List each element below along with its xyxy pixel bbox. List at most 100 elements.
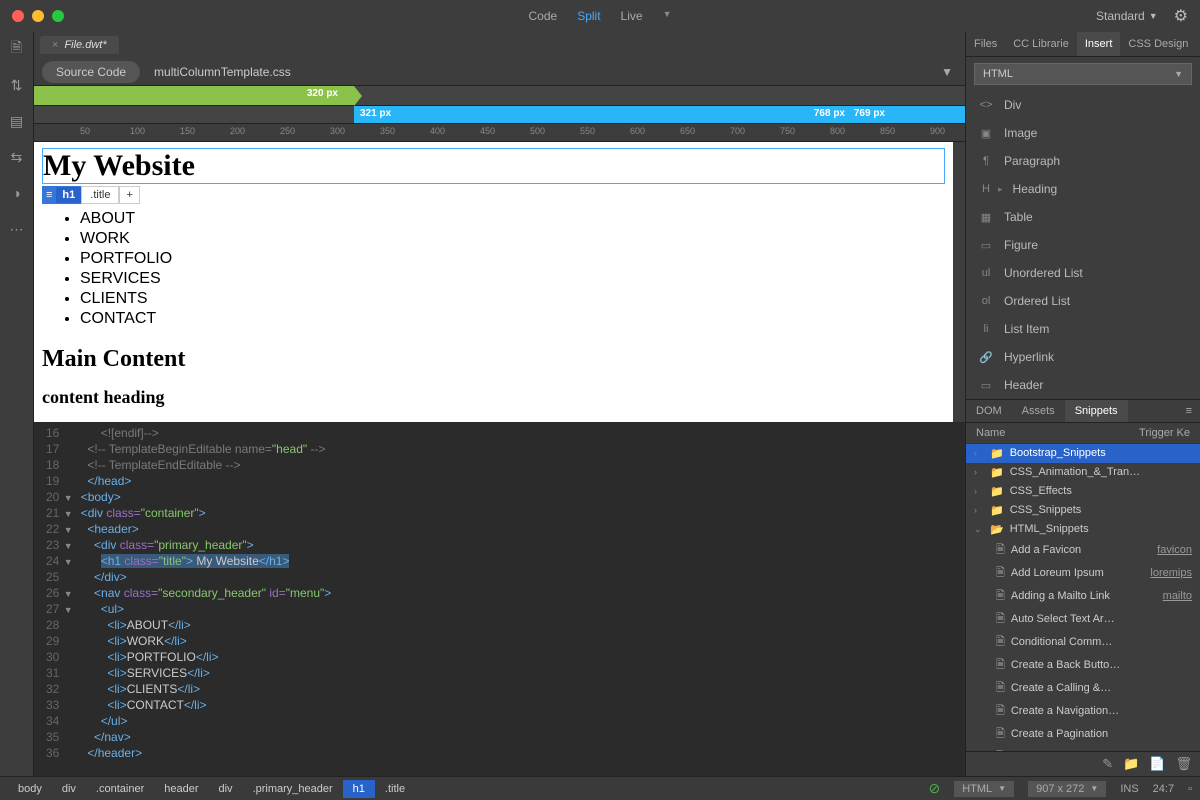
panel-tab[interactable]: CSS Design (1120, 32, 1196, 56)
breadcrumb-item[interactable]: div (52, 780, 86, 798)
validation-ok-icon[interactable]: ⊘ (928, 780, 940, 797)
insert-item-label: Div (1004, 98, 1021, 112)
insert-item[interactable]: ulUnordered List (966, 259, 1200, 287)
panel-tab[interactable]: CC Librarie (1005, 32, 1077, 56)
snippet-file[interactable]: 🗎Auto Select Text Ar… (966, 608, 1200, 631)
snippet-file[interactable]: 🗎Create a Back Butto… (966, 654, 1200, 677)
bottom-tab[interactable]: Assets (1012, 400, 1065, 422)
breadcrumb-item[interactable]: div (209, 780, 243, 798)
close-tab-icon[interactable]: × (52, 39, 58, 51)
insert-item[interactable]: ▦Table (966, 203, 1200, 231)
workspace-selector[interactable]: Standard ▼ (1096, 9, 1158, 23)
snippet-folder-open[interactable]: ⌄📂HTML_Snippets (966, 520, 1200, 539)
snippet-folder[interactable]: ›📁CSS_Effects (966, 482, 1200, 501)
bottom-tab[interactable]: DOM (966, 400, 1012, 422)
view-mode-code[interactable]: Code (529, 9, 558, 23)
file-icon[interactable]: 🗎 (8, 40, 26, 58)
nav-item[interactable]: SERVICES (80, 270, 945, 288)
breadcrumb-item[interactable]: header (154, 780, 208, 798)
snippet-file[interactable]: 🗎Create a Pagination (966, 723, 1200, 746)
close-window-icon[interactable] (12, 10, 24, 22)
file-tab[interactable]: × File.dwt* (40, 36, 119, 54)
insert-item[interactable]: 🔗Hyperlink (966, 343, 1200, 371)
insert-item[interactable]: ¶Paragraph (966, 147, 1200, 175)
color-icon[interactable]: ◑ (8, 184, 26, 202)
view-mode-live[interactable]: Live (621, 9, 643, 23)
insert-item-label: Header (1004, 378, 1043, 392)
element-tag-overlay[interactable]: ≡ h1 .title + (42, 186, 140, 204)
hamburger-icon[interactable]: ≡ (42, 187, 56, 203)
view-mode-split[interactable]: Split (577, 9, 600, 23)
class-title-badge[interactable]: .title (81, 186, 119, 204)
minimize-window-icon[interactable] (32, 10, 44, 22)
new-snippet-icon[interactable]: 📄 (1149, 756, 1165, 772)
insert-item-icon: <> (978, 99, 994, 111)
nav-item[interactable]: ABOUT (80, 210, 945, 228)
snippet-file[interactable]: 🗎Adding a Mailto Linkmailto (966, 585, 1200, 608)
insert-item[interactable]: H▸Heading (966, 175, 1200, 203)
insert-item[interactable]: liList Item (966, 315, 1200, 343)
snippet-folder[interactable]: ›📁CSS_Animation_&_Tran… (966, 463, 1200, 482)
insert-category-dropdown[interactable]: HTML ▼ (974, 63, 1192, 85)
preview-h3: content heading (42, 387, 945, 408)
filter-icon[interactable]: ▼ (941, 65, 953, 79)
panel-tab[interactable]: Insert (1077, 32, 1121, 56)
insert-item-label: Heading (1013, 182, 1058, 196)
breakpoint-bar-top[interactable]: 320 px (34, 86, 965, 106)
code-editor[interactable]: 16 17 18 19 20 ▼21 ▼22 ▼23 ▼24 ▼25 26 ▼2… (34, 422, 965, 776)
insert-item[interactable]: olOrdered List (966, 287, 1200, 315)
settings-gear-icon[interactable]: ⚙ (1174, 6, 1188, 26)
chevron-down-icon: ▼ (1090, 784, 1098, 793)
related-css-tab[interactable]: multiColumnTemplate.css (140, 59, 305, 85)
breadcrumb-item[interactable]: .title (375, 780, 415, 798)
breakpoint-bar-bottom[interactable]: 321 px 768 px 769 px (34, 106, 965, 124)
extract-icon[interactable]: ▤ (8, 112, 26, 130)
snippet-file[interactable]: 🗎Add a Faviconfavicon (966, 539, 1200, 562)
view-mode-dropdown-icon[interactable]: ▼ (663, 9, 672, 23)
panel-tab[interactable]: Files (966, 32, 1005, 56)
nav-item[interactable]: CONTACT (80, 310, 945, 328)
manage-icon[interactable]: ⇅ (8, 76, 26, 94)
add-class-button[interactable]: + (119, 186, 139, 204)
breadcrumb-item[interactable]: body (8, 780, 52, 798)
breadcrumb-item[interactable]: .primary_header (243, 780, 343, 798)
code-lines[interactable]: <![endif]--> <!-- TemplateBeginEditable … (81, 422, 332, 776)
live-preview-pane[interactable]: My Website ≡ h1 .title + ABOUT WORK PORTFO… (34, 142, 965, 422)
insert-item[interactable]: ▣Image (966, 119, 1200, 147)
new-folder-icon[interactable]: 📁 (1123, 756, 1139, 772)
snippet-file[interactable]: 🗎Create a Calling &… (966, 677, 1200, 700)
settings-icon[interactable]: ⇆ (8, 148, 26, 166)
insert-item-label: List Item (1004, 322, 1049, 336)
dimensions-select[interactable]: 907 x 272▼ (1028, 781, 1106, 797)
snippet-folder[interactable]: ›📁Bootstrap_Snippets (966, 444, 1200, 463)
tag-h1-badge[interactable]: h1 (56, 187, 81, 203)
ruler-tick: 450 (480, 126, 495, 136)
insert-item[interactable]: <> Div (966, 91, 1200, 119)
insert-item[interactable]: ▭Header (966, 371, 1200, 399)
breadcrumb-item[interactable]: .container (86, 780, 154, 798)
ruler-tick: 600 (630, 126, 645, 136)
insert-mode[interactable]: INS (1120, 783, 1138, 795)
add-folder-icon[interactable]: ✎ (1102, 756, 1113, 772)
source-code-tab[interactable]: Source Code (42, 61, 140, 83)
preview-h1-title[interactable]: My Website (42, 148, 945, 184)
snippet-file[interactable]: 🗎Add Loreum Ipsumloremips (966, 562, 1200, 585)
snippet-file[interactable]: 🗎Create a Navigation… (966, 700, 1200, 723)
overflow-icon[interactable]: ▫ (1188, 783, 1192, 795)
bottom-tab[interactable]: Snippets (1065, 400, 1128, 422)
breadcrumb-item[interactable]: h1 (343, 780, 375, 798)
col-trigger: Trigger Ke (1139, 427, 1190, 439)
more-icon[interactable]: ⋯ (8, 220, 26, 238)
insert-item[interactable]: ▭Figure (966, 231, 1200, 259)
ruler-tick: 800 (830, 126, 845, 136)
panel-menu-icon[interactable]: ≡ (1178, 400, 1200, 422)
nav-item[interactable]: WORK (80, 230, 945, 248)
insert-item-icon: ▦ (978, 211, 994, 224)
nav-item[interactable]: PORTFOLIO (80, 250, 945, 268)
nav-item[interactable]: CLIENTS (80, 290, 945, 308)
delete-icon[interactable]: 🗑 (1175, 756, 1192, 772)
maximize-window-icon[interactable] (52, 10, 64, 22)
language-select[interactable]: HTML▼ (954, 781, 1014, 797)
snippet-folder[interactable]: ›📁CSS_Snippets (966, 501, 1200, 520)
snippet-file[interactable]: 🗎Conditional Comm… (966, 631, 1200, 654)
